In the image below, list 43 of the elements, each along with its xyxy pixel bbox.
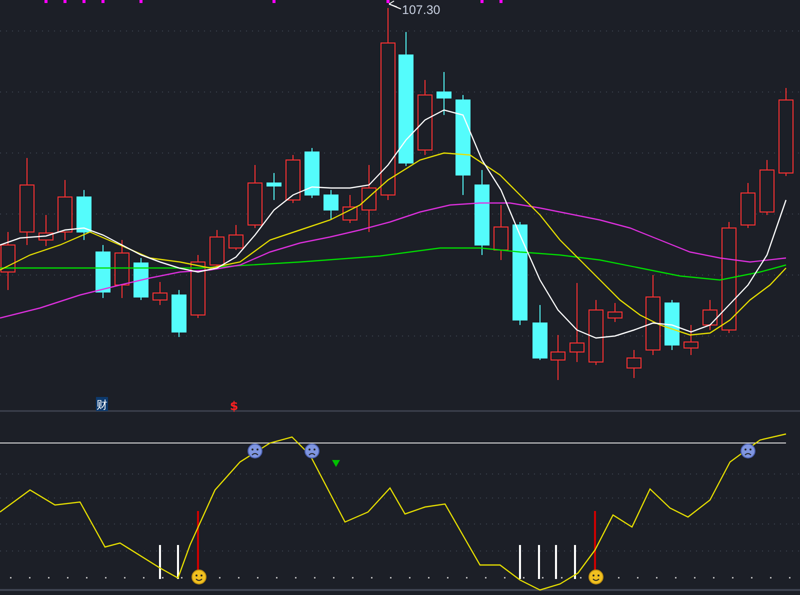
candlestick: [248, 164, 262, 228]
candlestick: [324, 190, 338, 220]
triangle-icon: [332, 460, 340, 467]
candlestick: [684, 324, 698, 356]
candlestick: [152, 282, 168, 306]
candlestick: [38, 214, 54, 246]
dividend-tag: $: [230, 399, 238, 413]
candlestick: [96, 244, 110, 298]
price-label: 107.30: [402, 3, 440, 17]
candlestick: [58, 180, 72, 240]
smiley-icon: [588, 570, 604, 584]
candlestick: [114, 240, 130, 298]
candlestick: [626, 350, 642, 378]
candlestick: [190, 254, 206, 318]
candlestick: [228, 224, 244, 250]
candlestick: [740, 182, 756, 228]
candlestick: [588, 300, 604, 366]
candlestick: [664, 300, 680, 350]
candlestick: [266, 172, 282, 200]
candlestick: [286, 154, 300, 204]
smiley-icon: [192, 570, 206, 584]
candlestick: [0, 232, 16, 290]
signal-line: [197, 511, 199, 572]
candlestick: [436, 72, 452, 116]
sad-face-icon: [740, 444, 756, 458]
candlestick: [304, 148, 320, 198]
sad-face-icon: [304, 444, 320, 458]
candlestick: [172, 290, 186, 338]
candlestick: [342, 194, 358, 224]
candlestick: [608, 302, 622, 322]
candlestick: [494, 204, 508, 260]
candlestick: [760, 160, 774, 216]
signal-line: [594, 511, 596, 572]
sad-face-icon: [248, 444, 262, 458]
candlestick: [362, 164, 376, 232]
finance-tag: 财: [96, 397, 108, 412]
candlestick: [532, 304, 548, 360]
pointer-arrow-icon: [388, 0, 402, 10]
candlestick: [550, 334, 566, 380]
candlestick: [76, 190, 92, 240]
candlestick: [134, 258, 148, 300]
candlestick: [702, 300, 718, 330]
candlestick: [210, 230, 224, 268]
